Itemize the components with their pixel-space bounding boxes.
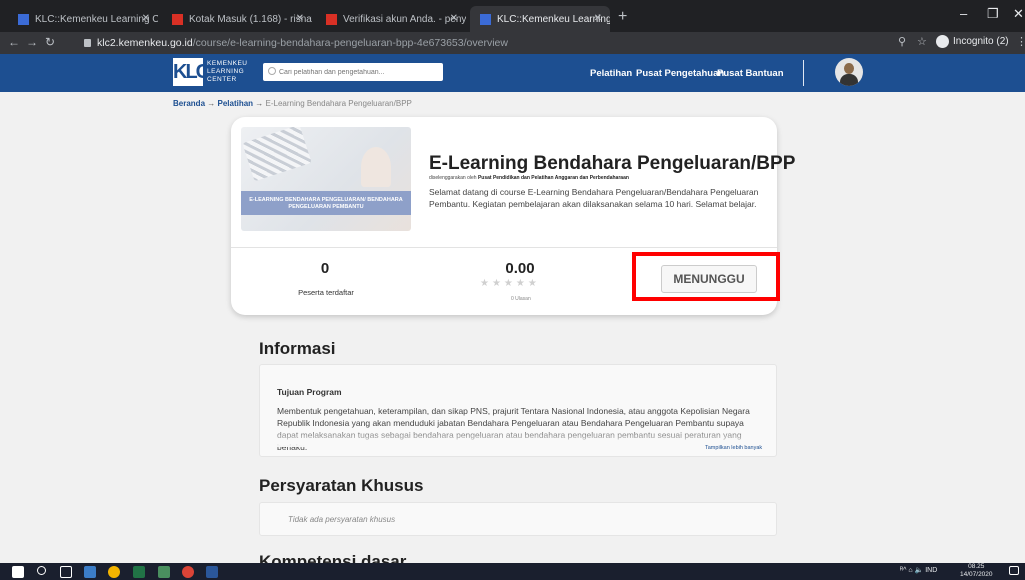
chrome-incognito-icon[interactable] xyxy=(182,566,194,578)
close-window-icon[interactable]: ✕ xyxy=(1013,6,1024,22)
course-organizer: diselenggarakan oleh Pusat Pendidikan da… xyxy=(429,175,629,181)
url-domain: klc2.kemenkeu.go.id xyxy=(97,37,193,49)
maximize-icon[interactable]: ❐ xyxy=(987,6,999,22)
klc-logo[interactable]: KLC KEMENKEU LEARNING CENTER xyxy=(173,58,247,86)
user-avatar[interactable] xyxy=(835,58,863,86)
bookmark-star-icon[interactable]: ☆ xyxy=(917,35,927,48)
reload-icon[interactable]: ↻ xyxy=(45,35,55,49)
notifications-icon[interactable] xyxy=(1009,566,1019,575)
course-description: Selamat datang di course E-Learning Bend… xyxy=(429,187,759,209)
clock-time: 08.25 xyxy=(968,563,985,570)
breadcrumb-arrow-icon: → xyxy=(255,99,264,108)
browser-tab-bar: KLC::Kemenkeu Learning Center ✕ Kotak Ma… xyxy=(0,0,1025,32)
course-title: E-Learning Bendahara Pengeluaran/BPP xyxy=(429,153,796,174)
minimize-icon[interactable]: – xyxy=(960,6,967,21)
excel-icon[interactable] xyxy=(133,566,145,578)
organizer-prefix: diselenggarakan oleh xyxy=(429,175,477,181)
search-icon[interactable] xyxy=(37,566,46,575)
incognito-icon xyxy=(936,35,949,48)
forward-icon[interactable]: → xyxy=(26,35,38,49)
word-icon[interactable] xyxy=(206,566,218,578)
close-tab-icon[interactable]: ✕ xyxy=(142,13,150,24)
participants-count: 0 xyxy=(320,260,330,277)
klc-favicon-icon xyxy=(18,13,29,25)
requirements-heading: Persyaratan Khusus xyxy=(259,476,424,495)
card-divider xyxy=(231,247,777,248)
breadcrumb-pelatihan[interactable]: Pelatihan xyxy=(217,99,253,108)
close-tab-icon[interactable]: ✕ xyxy=(296,13,304,24)
status-waiting-button[interactable]: MENUNGGU xyxy=(661,265,757,293)
avatar-head xyxy=(844,63,854,74)
zoom-search-icon[interactable]: ⚲ xyxy=(898,35,906,48)
close-tab-icon[interactable]: ✕ xyxy=(594,13,602,24)
course-card: E-LEARNING BENDAHARA PENGELUARAN/ BENDAH… xyxy=(231,117,795,315)
close-tab-icon[interactable]: ✕ xyxy=(450,13,458,24)
thumbnail-caption: E-LEARNING BENDAHARA PENGELUARAN/ BENDAH… xyxy=(241,191,411,215)
nav-pelatihan[interactable]: Pelatihan xyxy=(590,68,632,79)
organizer-name: Pusat Pendidikan dan Pelatihan Anggaran … xyxy=(477,175,629,181)
logo-word: CENTER xyxy=(207,76,237,83)
browser-tab[interactable]: Verifikasi akun Anda. - penyeleng ✕ xyxy=(316,6,466,32)
taskbar-clock[interactable]: 08.25 14/07/2020 xyxy=(960,563,993,579)
browser-tab[interactable]: Kotak Masuk (1.168) - risnawati ✕ xyxy=(162,6,312,32)
browser-menu-icon[interactable]: ⋮ xyxy=(1016,35,1025,48)
breadcrumb-home[interactable]: Beranda xyxy=(173,99,205,108)
rating-stars-icon: ★★★★★ xyxy=(480,278,540,289)
logo-word: LEARNING xyxy=(207,68,245,75)
nav-divider xyxy=(803,60,804,86)
participants-label: Peserta terdaftar xyxy=(298,288,354,297)
back-icon[interactable]: ← xyxy=(8,35,20,49)
app-icon[interactable] xyxy=(84,566,96,578)
system-tray[interactable]: ᴿ^ ⌂ 🔈 IND xyxy=(900,566,937,574)
incognito-label: Incognito (2) xyxy=(953,36,1009,47)
incognito-indicator[interactable]: Incognito (2) xyxy=(936,35,1009,48)
lock-icon xyxy=(84,39,91,47)
windows-start-icon[interactable] xyxy=(12,566,24,578)
tab-title: Verifikasi akun Anda. - penyeleng xyxy=(343,13,466,25)
requirements-text: Tidak ada persyaratan khusus xyxy=(288,515,396,524)
keyboard-graphic xyxy=(242,127,312,182)
breadcrumb-current: E-Learning Bendahara Pengeluaran/BPP xyxy=(265,99,412,108)
search-icon xyxy=(268,67,276,75)
decor-graphic xyxy=(361,147,391,187)
tab-title: KLC::Kemenkeu Learning Center xyxy=(35,13,158,25)
logo-mark: KLC xyxy=(173,58,210,86)
klc-favicon-icon xyxy=(480,13,491,25)
info-subtitle: Tujuan Program xyxy=(277,387,342,397)
info-fade xyxy=(260,427,776,447)
nav-pusat-bantuan[interactable]: Pusat Bantuan xyxy=(717,68,784,79)
windows-taskbar: ᴿ^ ⌂ 🔈 IND 08.25 14/07/2020 xyxy=(0,563,1025,580)
course-thumbnail: E-LEARNING BENDAHARA PENGELUARAN/ BENDAH… xyxy=(241,127,411,231)
avatar-body xyxy=(840,74,858,86)
tab-title: Kotak Masuk (1.168) - risnawati xyxy=(189,13,312,25)
breadcrumb-arrow-icon: → xyxy=(207,99,216,108)
gmail-favicon-icon xyxy=(172,13,183,25)
browser-toolbar: ← → ↻ klc2.kemenkeu.go.id /course/e-lear… xyxy=(0,32,1025,54)
site-search-input[interactable] xyxy=(263,63,443,81)
reviews-count: 0 Ulasan xyxy=(511,296,531,302)
gmail-favicon-icon xyxy=(326,13,337,25)
requirements-box: Tidak ada persyaratan khusus xyxy=(259,502,777,536)
site-header: KLC KEMENKEU LEARNING CENTER Pelatihan P… xyxy=(0,54,1025,92)
logo-word: KEMENKEU xyxy=(207,60,248,67)
address-bar[interactable]: klc2.kemenkeu.go.id /course/e-learning-b… xyxy=(84,34,684,52)
browser-tab-active[interactable]: KLC::Kemenkeu Learning Center ✕ xyxy=(470,6,610,32)
logo-words: KEMENKEU LEARNING CENTER xyxy=(207,60,247,84)
info-box: Tujuan Program Membentuk pengetahuan, ke… xyxy=(259,364,777,457)
task-view-icon[interactable] xyxy=(60,566,72,578)
new-tab-button[interactable]: + xyxy=(618,8,627,26)
chrome-icon[interactable] xyxy=(108,566,120,578)
breadcrumb: Beranda → Pelatihan → E-Learning Bendaha… xyxy=(173,99,412,108)
show-more-link[interactable]: Tampilkan lebih banyak xyxy=(705,445,762,451)
screen: KLC::Kemenkeu Learning Center ✕ Kotak Ma… xyxy=(0,0,1025,580)
browser-tab[interactable]: KLC::Kemenkeu Learning Center ✕ xyxy=(8,6,158,32)
clock-date: 14/07/2020 xyxy=(960,571,993,578)
nav-pusat-pengetahuan[interactable]: Pusat Pengetahuan xyxy=(636,68,724,79)
rating-value: 0.00 xyxy=(505,260,535,277)
info-heading: Informasi xyxy=(259,339,336,358)
app-icon[interactable] xyxy=(158,566,170,578)
url-path: /course/e-learning-bendahara-pengeluaran… xyxy=(192,37,508,49)
